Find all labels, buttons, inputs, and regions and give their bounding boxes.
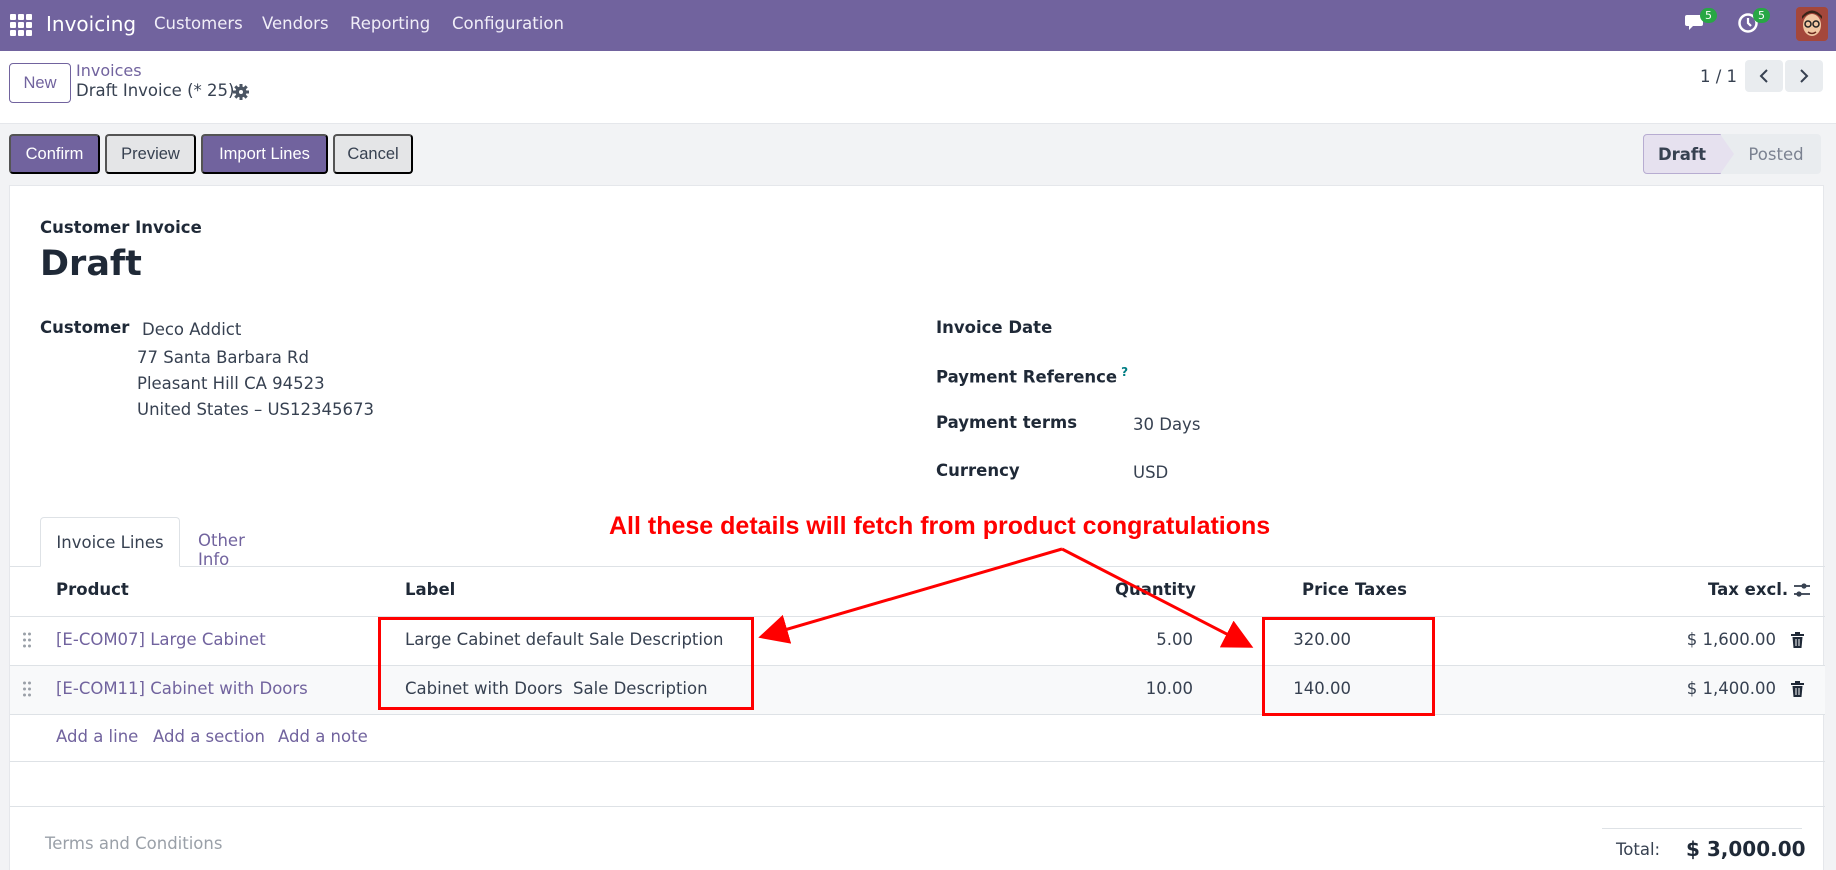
action-bar: Confirm Preview Import Lines Cancel Draf…	[0, 124, 1836, 184]
payment-reference-label-text: Payment Reference	[936, 367, 1118, 387]
row-quantity[interactable]: 5.00	[1119, 630, 1193, 649]
invoice-type: Customer Invoice	[40, 218, 202, 237]
status-posted[interactable]: Posted	[1721, 134, 1821, 174]
help-icon[interactable]: ?	[1121, 365, 1128, 379]
column-product[interactable]: Product	[56, 580, 129, 599]
column-label[interactable]: Label	[405, 580, 455, 599]
currency-field[interactable]: USD	[1133, 463, 1168, 482]
trash-icon[interactable]	[1790, 680, 1805, 698]
breadcrumb-current: Draft Invoice (* 25)	[76, 81, 235, 100]
table-row[interactable]: [E-COM07] Large Cabinet Large Cabinet de…	[10, 616, 1825, 665]
customer-address-line1: 77 Santa Barbara Rd	[137, 348, 309, 367]
activities-badge: 5	[1753, 8, 1770, 23]
drag-handle-icon[interactable]	[22, 631, 32, 649]
cancel-button[interactable]: Cancel	[333, 134, 413, 174]
trash-icon[interactable]	[1790, 631, 1805, 649]
invoice-date-label: Invoice Date	[936, 318, 1053, 337]
tab-invoice-lines[interactable]: Invoice Lines	[40, 517, 180, 567]
row-subtotal: $ 1,600.00	[1686, 630, 1776, 649]
tab-other-info[interactable]: Other Info	[198, 531, 245, 569]
pager-value: 1 / 1	[1700, 67, 1738, 86]
row-product[interactable]: [E-COM11] Cabinet with Doors	[56, 679, 308, 698]
customer-address-line3: United States – US12345673	[137, 400, 375, 419]
payment-terms-field[interactable]: 30 Days	[1133, 415, 1200, 434]
row-subtotal: $ 1,400.00	[1686, 679, 1776, 698]
column-tax-excl[interactable]: Tax excl.	[1708, 580, 1788, 599]
menu-configuration[interactable]: Configuration	[452, 14, 564, 33]
chevron-right-icon	[1800, 69, 1809, 83]
pager-previous-button[interactable]	[1745, 60, 1783, 92]
total-label: Total:	[1616, 840, 1661, 859]
customer-address-line2: Pleasant Hill CA 94523	[137, 374, 325, 393]
gear-icon[interactable]	[232, 83, 250, 101]
add-note-link[interactable]: Add a note	[278, 727, 368, 746]
annotation-text: All these details will fetch from produc…	[609, 512, 1271, 540]
column-price[interactable]: Price	[1302, 580, 1349, 599]
annotation-box-prices	[1262, 617, 1435, 716]
menu-vendors[interactable]: Vendors	[262, 14, 329, 33]
customer-field[interactable]: Deco Addict	[142, 320, 241, 339]
payment-terms-label: Payment terms	[936, 413, 1078, 432]
total-value: $ 3,000.00	[1686, 837, 1806, 861]
menu-reporting[interactable]: Reporting	[350, 14, 430, 33]
table-footer-line	[10, 761, 1825, 762]
column-taxes[interactable]: Taxes	[1355, 580, 1407, 599]
top-navbar: Invoicing Customers Vendors Reporting Co…	[0, 0, 1836, 51]
tab-divider	[10, 566, 1825, 567]
drag-handle-icon[interactable]	[22, 680, 32, 698]
row-quantity[interactable]: 10.00	[1119, 679, 1193, 698]
table-row[interactable]: [E-COM11] Cabinet with Doors Cabinet wit…	[10, 665, 1825, 714]
import-lines-button[interactable]: Import Lines	[201, 134, 328, 174]
activities-clock-icon[interactable]: 5	[1737, 8, 1770, 38]
status-draft[interactable]: Draft	[1643, 134, 1721, 174]
messages-badge: 5	[1700, 8, 1717, 23]
chevron-left-icon	[1759, 69, 1768, 83]
optional-columns-icon[interactable]	[1793, 582, 1811, 603]
total-divider	[1602, 828, 1802, 829]
app-name[interactable]: Invoicing	[46, 12, 136, 36]
table-divider	[10, 714, 1825, 715]
column-quantity[interactable]: Quantity	[1115, 580, 1196, 599]
table-footer-line-2	[10, 806, 1825, 807]
confirm-button[interactable]: Confirm	[9, 134, 100, 174]
breadcrumb-invoices[interactable]: Invoices	[76, 61, 142, 80]
annotation-box-labels	[378, 617, 754, 710]
customer-label: Customer	[40, 318, 130, 337]
currency-label: Currency	[936, 461, 1020, 480]
status-arrow	[1720, 134, 1734, 174]
control-panel: New Invoices Draft Invoice (* 25) 1 / 1	[0, 51, 1836, 124]
payment-reference-label: Payment Reference?	[936, 365, 1128, 387]
apps-grid-icon[interactable]	[10, 14, 32, 36]
pager-next-button[interactable]	[1785, 60, 1823, 92]
terms-and-conditions-field[interactable]: Terms and Conditions	[45, 834, 222, 853]
user-avatar[interactable]	[1796, 7, 1828, 41]
add-line-link[interactable]: Add a line	[56, 727, 138, 746]
menu-customers[interactable]: Customers	[154, 14, 243, 33]
new-button[interactable]: New	[9, 63, 71, 103]
preview-button[interactable]: Preview	[105, 134, 196, 174]
messages-icon[interactable]: 5	[1684, 8, 1717, 38]
row-product[interactable]: [E-COM07] Large Cabinet	[56, 630, 266, 649]
invoice-title: Draft	[40, 244, 142, 284]
add-section-link[interactable]: Add a section	[153, 727, 265, 746]
